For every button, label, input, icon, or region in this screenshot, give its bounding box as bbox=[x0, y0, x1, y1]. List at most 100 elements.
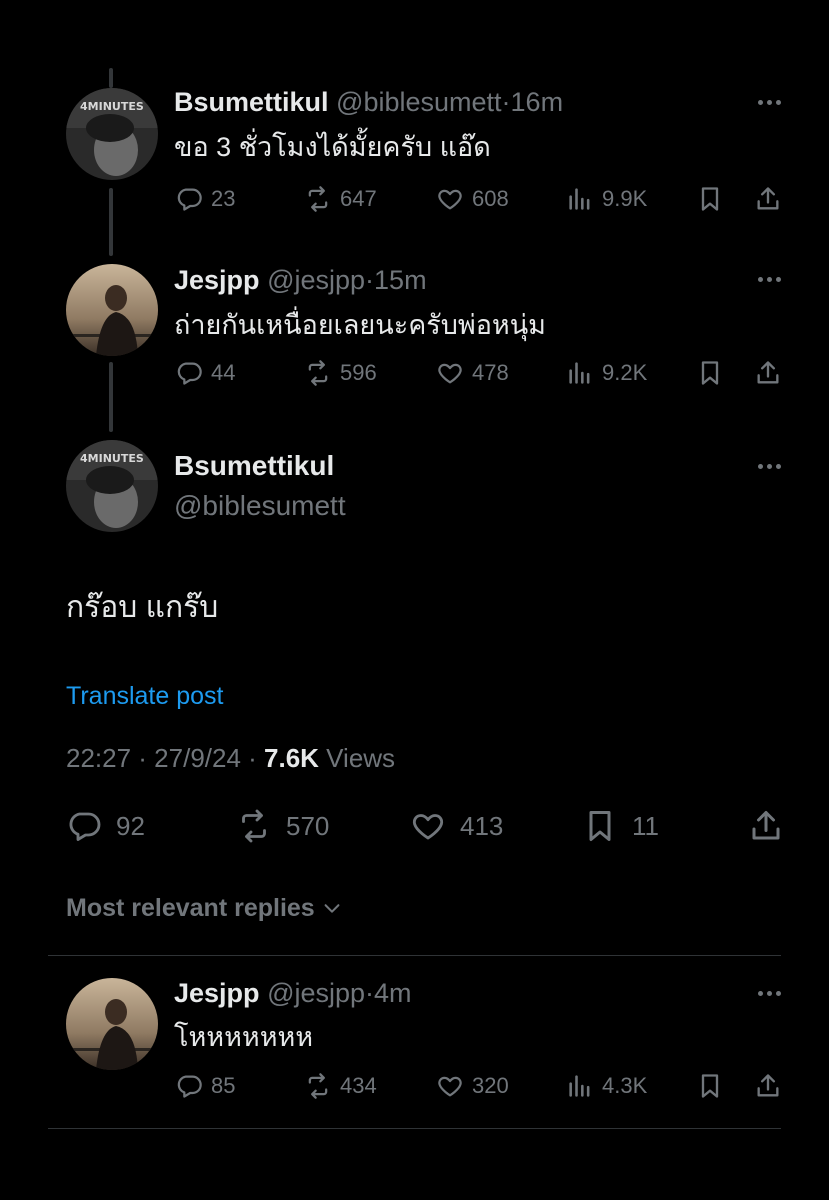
like-button[interactable]: 413 bbox=[410, 806, 503, 846]
bookmark-button[interactable]: 11 bbox=[582, 806, 659, 846]
reply-icon bbox=[175, 359, 203, 387]
reply-icon bbox=[175, 185, 203, 213]
like-count: 608 bbox=[472, 186, 509, 211]
like-count: 413 bbox=[460, 810, 504, 841]
repost-button[interactable]: 596 bbox=[304, 356, 377, 390]
post-time[interactable]: 15m bbox=[374, 265, 427, 295]
translate-post-link[interactable]: Translate post bbox=[66, 680, 223, 712]
repost-button[interactable]: 647 bbox=[304, 182, 377, 216]
reply-count: 23 bbox=[211, 186, 236, 211]
share-icon bbox=[754, 1072, 782, 1100]
share-button[interactable] bbox=[748, 806, 784, 846]
heart-icon bbox=[436, 185, 464, 213]
more-options-icon[interactable] bbox=[754, 274, 784, 284]
like-button[interactable]: 320 bbox=[436, 1069, 509, 1103]
reply-button[interactable]: 23 bbox=[175, 182, 235, 216]
avatar[interactable] bbox=[66, 978, 158, 1070]
reply-count: 85 bbox=[211, 1073, 236, 1098]
heart-icon bbox=[436, 1072, 464, 1100]
reply-sort-label: Most relevant replies bbox=[66, 894, 315, 922]
post-time[interactable]: 4m bbox=[374, 978, 412, 1008]
views-button[interactable]: 4.3K bbox=[566, 1069, 647, 1103]
post-meta: 22:27 · 27/9/24 · 7.6K Views bbox=[66, 743, 396, 773]
views-count: 7.6K bbox=[264, 743, 319, 773]
author-handle[interactable]: @biblesumett bbox=[174, 489, 346, 523]
bookmark-button[interactable] bbox=[696, 1069, 724, 1103]
post-text: ถ่ายกันเหนื่อยเลยนะครับพ่อหนุ่ม bbox=[174, 310, 546, 340]
bookmark-button[interactable] bbox=[696, 182, 724, 216]
reply-sort-dropdown[interactable]: Most relevant replies bbox=[66, 891, 343, 925]
repost-count: 570 bbox=[286, 810, 330, 841]
heart-icon bbox=[436, 359, 464, 387]
views-count: 9.2K bbox=[602, 360, 648, 385]
repost-count: 434 bbox=[340, 1073, 377, 1098]
post-header: Jesjpp @jesjpp·15m bbox=[174, 265, 427, 295]
chevron-down-icon bbox=[324, 904, 340, 913]
bookmark-icon bbox=[696, 185, 724, 213]
like-count: 478 bbox=[472, 360, 509, 385]
more-options-icon[interactable] bbox=[754, 97, 784, 107]
svg-text:4MINUTES: 4MINUTES bbox=[80, 100, 144, 113]
reply-count: 92 bbox=[116, 810, 145, 841]
thread-line-top bbox=[109, 68, 113, 88]
reply-icon bbox=[175, 1072, 203, 1100]
repost-icon bbox=[304, 185, 332, 213]
author-name[interactable]: Bsumettikul bbox=[174, 87, 329, 117]
repost-count: 647 bbox=[340, 186, 377, 211]
views-count: 9.9K bbox=[602, 186, 648, 211]
bookmark-count: 11 bbox=[632, 810, 659, 841]
views-button[interactable]: 9.9K bbox=[566, 182, 647, 216]
views-icon bbox=[566, 359, 594, 387]
heart-icon bbox=[410, 808, 446, 844]
post-header: Bsumettikul @biblesumett·16m bbox=[174, 87, 564, 117]
repost-icon bbox=[236, 808, 272, 844]
author-handle[interactable]: @jesjpp bbox=[267, 978, 365, 1008]
repost-button[interactable]: 570 bbox=[236, 806, 329, 846]
share-icon bbox=[754, 185, 782, 213]
author-name[interactable]: Bsumettikul bbox=[174, 449, 334, 483]
repost-count: 596 bbox=[340, 360, 377, 385]
reply-button[interactable]: 85 bbox=[175, 1069, 235, 1103]
bookmark-button[interactable] bbox=[696, 356, 724, 390]
post-time[interactable]: 16m bbox=[511, 87, 564, 117]
repost-icon bbox=[304, 359, 332, 387]
author-name[interactable]: Jesjpp bbox=[174, 978, 260, 1008]
svg-text:4MINUTES: 4MINUTES bbox=[80, 452, 144, 465]
avatar[interactable]: 4MINUTES bbox=[66, 88, 158, 180]
post-header: Jesjpp @jesjpp·4m bbox=[174, 978, 412, 1008]
share-icon bbox=[748, 808, 784, 844]
post-text: กร๊อบ แกร๊บ bbox=[66, 591, 219, 624]
like-count: 320 bbox=[472, 1073, 509, 1098]
views-button[interactable]: 9.2K bbox=[566, 356, 647, 390]
bookmark-icon bbox=[696, 1072, 724, 1100]
avatar[interactable]: 4MINUTES bbox=[66, 440, 158, 532]
bookmark-icon bbox=[696, 359, 724, 387]
reply-icon bbox=[66, 808, 102, 844]
author-handle[interactable]: @biblesumett bbox=[336, 87, 501, 117]
reply-button[interactable]: 44 bbox=[175, 356, 235, 390]
share-icon bbox=[754, 359, 782, 387]
like-button[interactable]: 478 bbox=[436, 356, 509, 390]
avatar[interactable] bbox=[66, 264, 158, 356]
post-text: ขอ 3 ชั่วโมงได้มั้ยครับ แอ๊ด bbox=[174, 132, 491, 162]
like-button[interactable]: 608 bbox=[436, 182, 509, 216]
divider bbox=[48, 955, 781, 956]
reply-count: 44 bbox=[211, 360, 236, 385]
bookmark-icon bbox=[582, 808, 618, 844]
views-icon bbox=[566, 185, 594, 213]
views-icon bbox=[566, 1072, 594, 1100]
post-text: โหหหหหหห bbox=[174, 1022, 314, 1052]
post-timestamp[interactable]: 22:27 · 27/9/24 · bbox=[66, 743, 264, 773]
share-button[interactable] bbox=[754, 182, 782, 216]
post-actions: 23 647 608 9.9K bbox=[0, 182, 829, 216]
share-button[interactable] bbox=[754, 1069, 782, 1103]
author-handle[interactable]: @jesjpp bbox=[267, 265, 365, 295]
repost-icon bbox=[304, 1072, 332, 1100]
share-button[interactable] bbox=[754, 356, 782, 390]
author-name[interactable]: Jesjpp bbox=[174, 265, 260, 295]
more-options-icon[interactable] bbox=[754, 461, 784, 471]
more-options-icon[interactable] bbox=[754, 988, 784, 998]
reply-button[interactable]: 92 bbox=[66, 806, 145, 846]
repost-button[interactable]: 434 bbox=[304, 1069, 377, 1103]
divider bbox=[48, 1128, 781, 1129]
